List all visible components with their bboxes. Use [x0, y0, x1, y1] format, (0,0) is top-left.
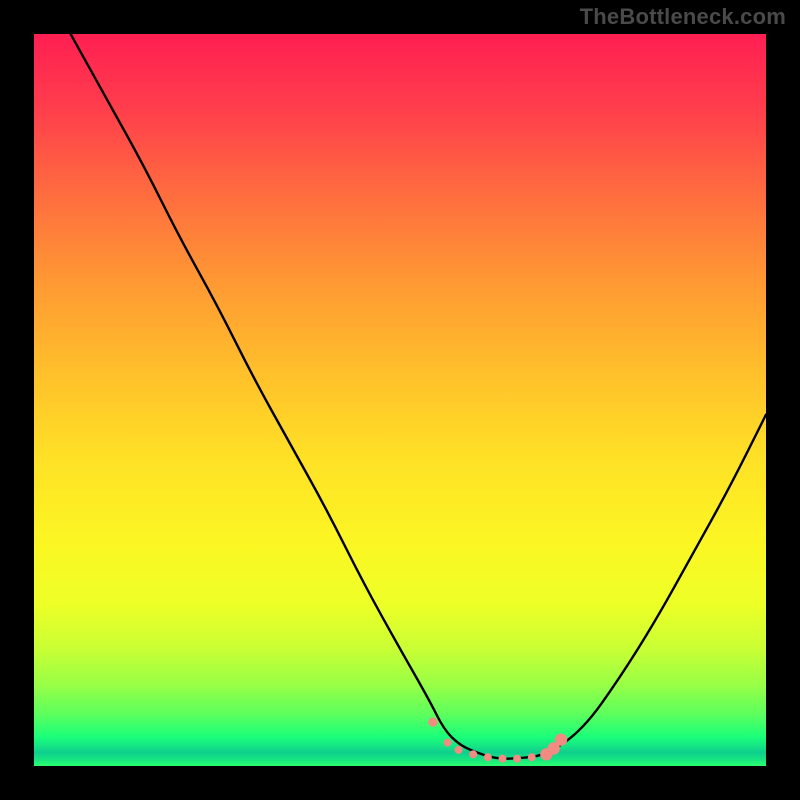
valley-marker-dot [469, 750, 477, 758]
valley-marker-dot [484, 753, 492, 761]
valley-marker-dot [455, 746, 463, 754]
bottleneck-curve-svg [34, 34, 766, 766]
valley-marker-dot [513, 755, 521, 763]
valley-marker-dot [528, 753, 536, 761]
valley-marker-dot [498, 755, 506, 763]
valley-marker-dot [428, 717, 437, 726]
watermark-text: TheBottleneck.com [580, 4, 786, 30]
valley-marker-dot [555, 733, 567, 745]
valley-marker-dot [444, 739, 452, 747]
valley-marker-group [428, 717, 567, 762]
chart-stage: TheBottleneck.com [0, 0, 800, 800]
bottleneck-curve-path [71, 34, 766, 759]
